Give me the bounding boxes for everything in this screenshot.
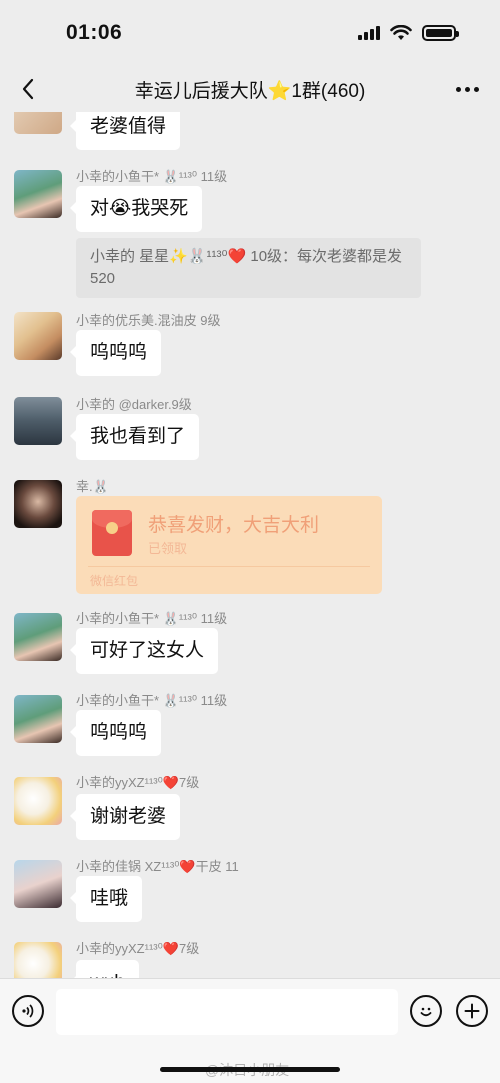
emoji-button[interactable] <box>410 995 442 1027</box>
voice-icon <box>22 1004 34 1018</box>
status-icons <box>358 25 459 41</box>
sender-name: 小幸的小鱼干* 🐰¹¹³⁰ 11级 <box>76 611 228 626</box>
status-time: 01:06 <box>66 21 123 44</box>
avatar[interactable] <box>14 170 62 218</box>
avatar[interactable] <box>14 695 62 743</box>
avatar[interactable] <box>14 613 62 661</box>
sender-name: 小幸的yyXZ¹¹³⁰❤️7级 <box>76 775 200 790</box>
message-bubble[interactable]: wuh <box>70 960 139 978</box>
avatar[interactable] <box>14 480 62 528</box>
message-list[interactable]: 老婆值得 小幸的小鱼干* 🐰¹¹³⁰ 11级 对😭我哭死 小幸的 星星✨🐰¹¹³… <box>0 112 500 978</box>
avatar[interactable] <box>14 397 62 445</box>
status-bar: 01:06 <box>0 0 500 66</box>
more-dots-icon <box>455 86 461 92</box>
chat-title: 幸运儿后援大队⭐1群(460) <box>134 80 366 102</box>
sender-name: 幸.🐰 <box>76 479 109 494</box>
red-packet-footer: 微信红包 <box>90 574 139 588</box>
plus-icon <box>464 1003 480 1019</box>
avatar[interactable] <box>14 777 62 825</box>
message-input[interactable] <box>56 989 398 1035</box>
chevron-left-icon <box>22 78 34 100</box>
back-button[interactable] <box>14 74 42 104</box>
red-packet-title: 恭喜发财，大吉大利 <box>148 515 320 536</box>
message-bubble[interactable]: 呜呜呜 <box>69 330 162 376</box>
message-bubble[interactable]: 呜呜呜 <box>69 710 162 756</box>
avatar[interactable] <box>14 312 62 360</box>
sender-name: 小幸的小鱼干* 🐰¹¹³⁰ 11级 <box>76 169 228 184</box>
message-bubble[interactable]: 我也看到了 <box>69 414 200 460</box>
emoji-icon <box>420 1007 432 1017</box>
wifi-icon <box>390 25 412 40</box>
red-packet-icon <box>92 510 132 556</box>
sender-name: 小幸的小鱼干* 🐰¹¹³⁰ 11级 <box>76 693 228 708</box>
cellular-signal-icon <box>358 26 380 40</box>
sender-name: 小幸的yyXZ¹¹³⁰❤️7级 <box>76 941 200 956</box>
red-packet-card[interactable]: 恭喜发财，大吉大利 已领取 微信红包 <box>76 496 382 594</box>
message-bubble[interactable]: 可好了这女人 <box>69 628 219 674</box>
avatar[interactable] <box>14 860 62 908</box>
sender-name: 小幸的佳锅 XZ¹¹³⁰❤️干皮 11 <box>76 859 239 874</box>
battery-icon <box>422 25 459 41</box>
sender-name: 小幸的 @darker.9级 <box>76 397 192 412</box>
plus-button[interactable] <box>456 995 488 1027</box>
sender-name: 小幸的优乐美.混油皮 9级 <box>76 313 221 328</box>
more-button[interactable] <box>452 78 482 100</box>
home-indicator[interactable] <box>160 1067 340 1072</box>
message-bubble[interactable]: 对😭我哭死 <box>69 186 203 232</box>
message-bubble[interactable]: 老婆值得 <box>69 112 181 150</box>
avatar[interactable] <box>14 112 62 134</box>
chat-header: 幸运儿后援大队⭐1群(460) <box>0 66 500 112</box>
red-packet-status: 已领取 <box>148 541 188 556</box>
avatar[interactable] <box>14 942 62 978</box>
red-packet-divider <box>88 566 370 567</box>
message-bubble[interactable]: 哇哦 <box>69 876 143 922</box>
voice-button[interactable] <box>12 995 44 1027</box>
quoted-message[interactable]: 小幸的 星星✨🐰¹¹³⁰❤️ 10级：每次老婆都是发520 <box>76 238 421 298</box>
message-bubble[interactable]: 谢谢老婆 <box>69 794 181 840</box>
